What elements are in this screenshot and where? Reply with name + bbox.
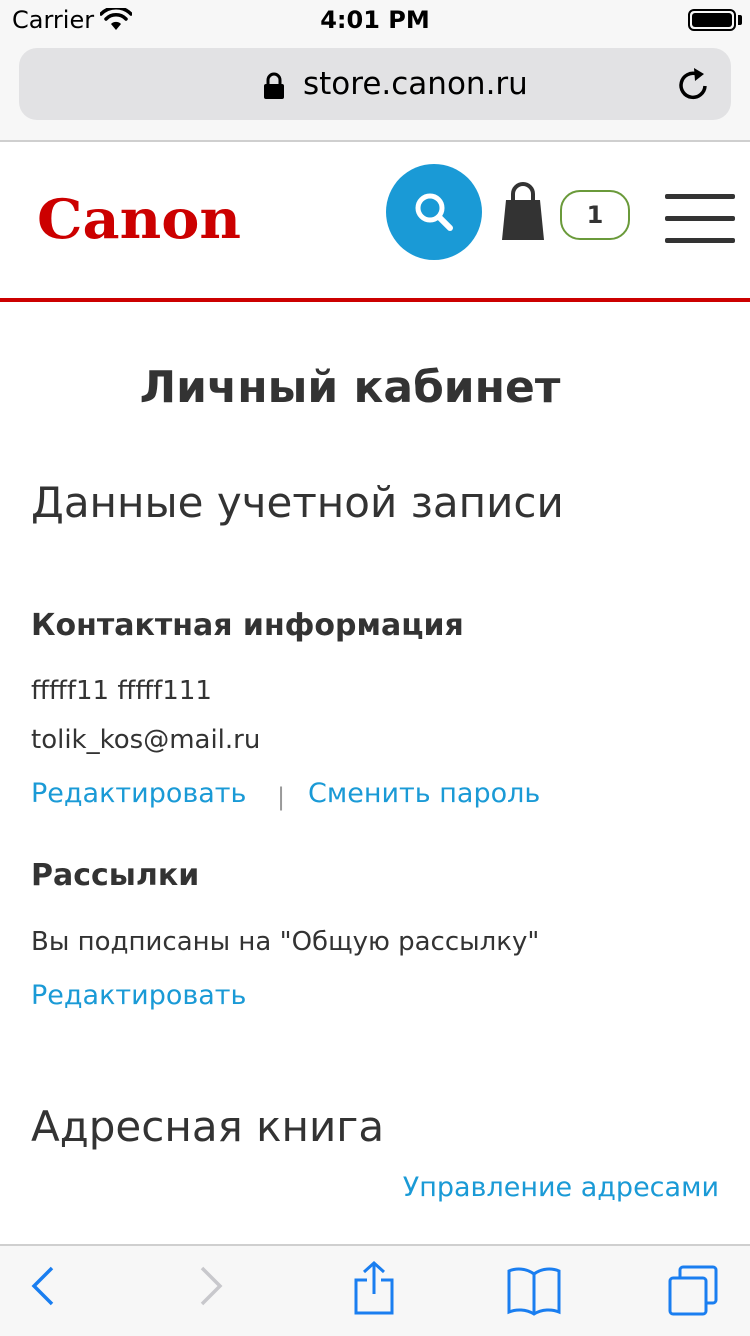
page-title: Личный кабинет [139, 362, 561, 413]
url-text: store.canon.ru [303, 66, 528, 102]
tabs-icon[interactable] [666, 1264, 720, 1322]
newsletter-status: Вы подписаны на "Общую рассылку" [31, 927, 540, 957]
newsletters-heading: Рассылки [31, 858, 200, 893]
edit-contact-link[interactable]: Редактировать [31, 778, 246, 809]
site-header: Canon 1 [0, 142, 750, 302]
browser-address-area: store.canon.ru [0, 40, 750, 142]
contact-email: tolik_kos@mail.ru [31, 725, 261, 755]
account-data-heading: Данные учетной записи [31, 478, 564, 527]
link-separator: | [277, 783, 286, 811]
change-password-link[interactable]: Сменить пароль [308, 778, 540, 809]
address-book-heading: Адресная книга [31, 1102, 385, 1151]
clock: 4:01 PM [320, 6, 430, 34]
bookmarks-icon[interactable] [506, 1266, 562, 1320]
browser-toolbar [0, 1244, 750, 1336]
battery-tip [738, 15, 742, 25]
manage-addresses-link[interactable]: Управление адресами [403, 1172, 719, 1203]
contact-name: fffff11 fffff111 [31, 676, 212, 706]
edit-newsletters-link[interactable]: Редактировать [31, 980, 246, 1011]
battery-icon [688, 9, 736, 31]
svg-text:Canon: Canon [37, 188, 241, 248]
canon-logo[interactable]: Canon [37, 187, 247, 252]
search-button[interactable] [386, 164, 482, 260]
hamburger-menu-icon[interactable] [665, 194, 735, 250]
reload-icon[interactable] [677, 66, 711, 106]
address-bar[interactable]: store.canon.ru [19, 48, 731, 120]
back-icon[interactable] [30, 1264, 56, 1312]
contact-info-heading: Контактная информация [31, 608, 464, 643]
cart-count-badge[interactable]: 1 [560, 190, 630, 240]
lock-icon [263, 72, 285, 104]
shopping-bag-icon[interactable] [500, 182, 546, 246]
share-icon[interactable] [352, 1260, 396, 1320]
forward-icon[interactable] [198, 1264, 224, 1312]
status-bar: Carrier 4:01 PM [0, 0, 750, 40]
